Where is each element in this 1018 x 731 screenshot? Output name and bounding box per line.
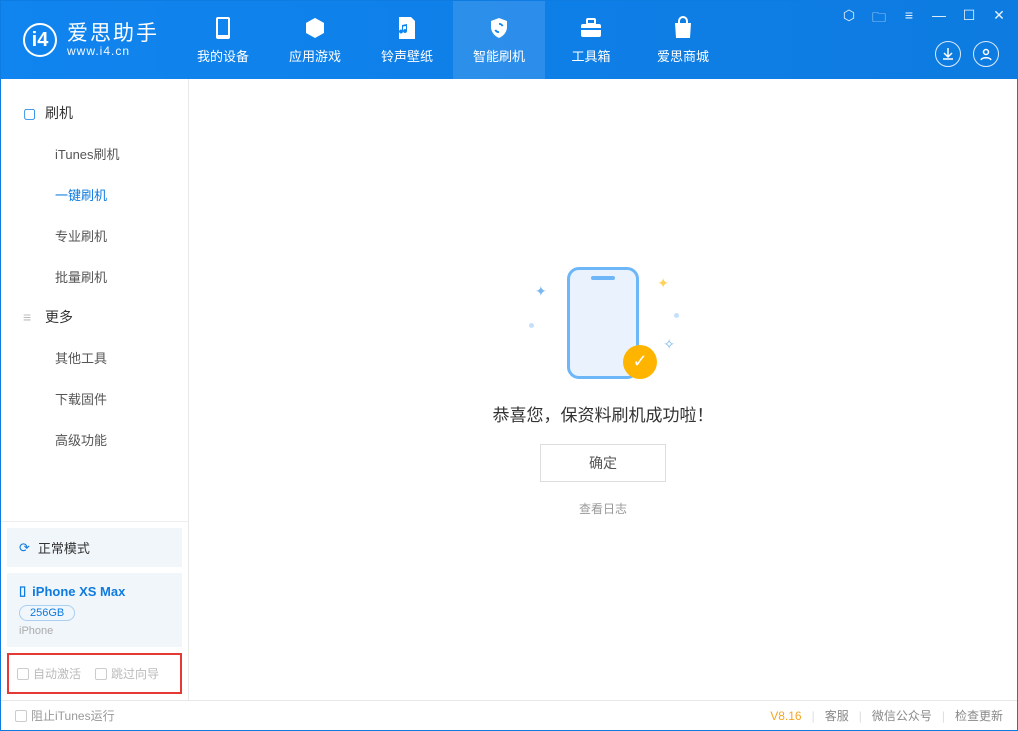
window-controls: ⬡ 🗀 ≡ — ☐ ✕ xyxy=(839,7,1009,31)
sparkle-icon: ✦ xyxy=(657,275,669,292)
header-actions xyxy=(935,41,999,67)
device-info[interactable]: ▯ iPhone XS Max 256GB iPhone xyxy=(7,573,182,647)
download-button[interactable] xyxy=(935,41,961,67)
nav-label: 工具箱 xyxy=(571,46,610,65)
phone-small-icon: ▢ xyxy=(23,105,37,122)
logo-area: i4 爱思助手 www.i4.cn xyxy=(1,23,177,58)
nav-label: 我的设备 xyxy=(197,46,249,65)
titlebar: i4 爱思助手 www.i4.cn 我的设备 应用游戏 铃声壁纸 智能刷机 工具… xyxy=(1,1,1017,79)
device-icon xyxy=(210,15,236,41)
phone-mini-icon: ▯ xyxy=(19,583,26,599)
section-title: 更多 xyxy=(45,307,73,327)
more-icon: ≡ xyxy=(23,309,37,325)
sidebar-section-flash: ▢ 刷机 xyxy=(1,93,188,133)
menu-icon[interactable]: ≡ xyxy=(899,7,919,31)
cube-icon xyxy=(302,15,328,41)
success-illustration: ✦ ✦ ✧ ✓ xyxy=(543,263,663,383)
sidebar-section-more: ≡ 更多 xyxy=(1,297,188,337)
user-button[interactable] xyxy=(973,41,999,67)
sidebar-item-itunes-flash[interactable]: iTunes刷机 xyxy=(1,133,188,174)
checkbox-skip-guide[interactable]: 跳过向导 xyxy=(95,665,159,682)
music-file-icon xyxy=(394,15,420,41)
app-name: 爱思助手 xyxy=(67,23,159,44)
statusbar: 阻止iTunes运行 V8.16 | 客服 | 微信公众号 | 检查更新 xyxy=(1,700,1017,730)
lock-icon[interactable]: 🗀 xyxy=(869,7,889,31)
footer-left: 阻止iTunes运行 xyxy=(15,707,115,724)
sidebar: ▢ 刷机 iTunes刷机 一键刷机 专业刷机 批量刷机 ≡ 更多 其他工具 下… xyxy=(1,79,189,700)
sidebar-item-download-fw[interactable]: 下载固件 xyxy=(1,378,188,419)
wechat-link[interactable]: 微信公众号 xyxy=(872,707,932,724)
mode-icon: ⟳ xyxy=(19,540,30,556)
checkbox-label: 自动激活 xyxy=(33,665,81,682)
shield-sync-icon xyxy=(486,15,512,41)
checkbox-auto-activate[interactable]: 自动激活 xyxy=(17,665,81,682)
ok-button[interactable]: 确定 xyxy=(540,444,666,482)
sidebar-menu: ▢ 刷机 iTunes刷机 一键刷机 专业刷机 批量刷机 ≡ 更多 其他工具 下… xyxy=(1,79,188,521)
nav-toolbox[interactable]: 工具箱 xyxy=(545,1,637,79)
checkbox-icon xyxy=(17,668,29,680)
app-logo-icon: i4 xyxy=(23,23,57,57)
separator: | xyxy=(942,709,945,723)
app-body: ▢ 刷机 iTunes刷机 一键刷机 专业刷机 批量刷机 ≡ 更多 其他工具 下… xyxy=(1,79,1017,700)
separator: | xyxy=(812,709,815,723)
support-link[interactable]: 客服 xyxy=(825,707,849,724)
sidebar-item-oneclick-flash[interactable]: 一键刷机 xyxy=(1,174,188,215)
checkbox-icon xyxy=(15,710,27,722)
maximize-button[interactable]: ☐ xyxy=(959,7,979,31)
device-name: iPhone XS Max xyxy=(32,584,125,599)
main-content: ✦ ✦ ✧ ✓ 恭喜您，保资料刷机成功啦！ 确定 查看日志 xyxy=(189,79,1017,700)
view-log-link[interactable]: 查看日志 xyxy=(579,500,627,517)
update-link[interactable]: 检查更新 xyxy=(955,707,1003,724)
success-message: 恭喜您，保资料刷机成功啦！ xyxy=(493,401,714,426)
nav-label: 智能刷机 xyxy=(473,46,525,65)
nav-flash[interactable]: 智能刷机 xyxy=(453,1,545,79)
device-panel: ⟳ 正常模式 ▯ iPhone XS Max 256GB iPhone 自动激活 xyxy=(1,521,188,700)
dot-icon xyxy=(529,323,534,328)
check-badge-icon: ✓ xyxy=(623,345,657,379)
bag-icon xyxy=(670,15,696,41)
sidebar-item-other-tools[interactable]: 其他工具 xyxy=(1,337,188,378)
sparkle-icon: ✦ xyxy=(535,283,547,300)
shirt-icon[interactable]: ⬡ xyxy=(839,7,859,31)
device-capacity: 256GB xyxy=(19,605,75,621)
toolbox-icon xyxy=(578,15,604,41)
logo-text-block: 爱思助手 www.i4.cn xyxy=(67,23,159,58)
nav-my-device[interactable]: 我的设备 xyxy=(177,1,269,79)
nav-label: 铃声壁纸 xyxy=(381,46,433,65)
mode-label: 正常模式 xyxy=(38,538,90,557)
section-title: 刷机 xyxy=(45,103,73,123)
app-site: www.i4.cn xyxy=(67,44,159,58)
sidebar-item-batch-flash[interactable]: 批量刷机 xyxy=(1,256,188,297)
close-button[interactable]: ✕ xyxy=(989,7,1009,31)
nav-wallpaper[interactable]: 铃声壁纸 xyxy=(361,1,453,79)
nav-label: 爱思商城 xyxy=(657,46,709,65)
footer-right: V8.16 | 客服 | 微信公众号 | 检查更新 xyxy=(770,707,1003,724)
nav-label: 应用游戏 xyxy=(289,46,341,65)
version-label: V8.16 xyxy=(770,709,801,723)
options-row: 自动激活 跳过向导 xyxy=(7,653,182,694)
sparkle-icon: ✧ xyxy=(663,336,675,353)
nav-store[interactable]: 爱思商城 xyxy=(637,1,729,79)
device-mode[interactable]: ⟳ 正常模式 xyxy=(7,528,182,567)
nav-apps[interactable]: 应用游戏 xyxy=(269,1,361,79)
sidebar-item-advanced[interactable]: 高级功能 xyxy=(1,419,188,460)
minimize-button[interactable]: — xyxy=(929,7,949,31)
dot-icon xyxy=(674,313,679,318)
checkbox-label: 跳过向导 xyxy=(111,665,159,682)
main-nav: 我的设备 应用游戏 铃声壁纸 智能刷机 工具箱 爱思商城 xyxy=(177,1,729,79)
checkbox-block-itunes[interactable]: 阻止iTunes运行 xyxy=(15,707,115,724)
device-name-row: ▯ iPhone XS Max xyxy=(19,583,170,599)
sidebar-item-pro-flash[interactable]: 专业刷机 xyxy=(1,215,188,256)
checkbox-icon xyxy=(95,668,107,680)
device-type: iPhone xyxy=(19,625,170,637)
separator: | xyxy=(859,709,862,723)
checkbox-label: 阻止iTunes运行 xyxy=(31,707,115,724)
